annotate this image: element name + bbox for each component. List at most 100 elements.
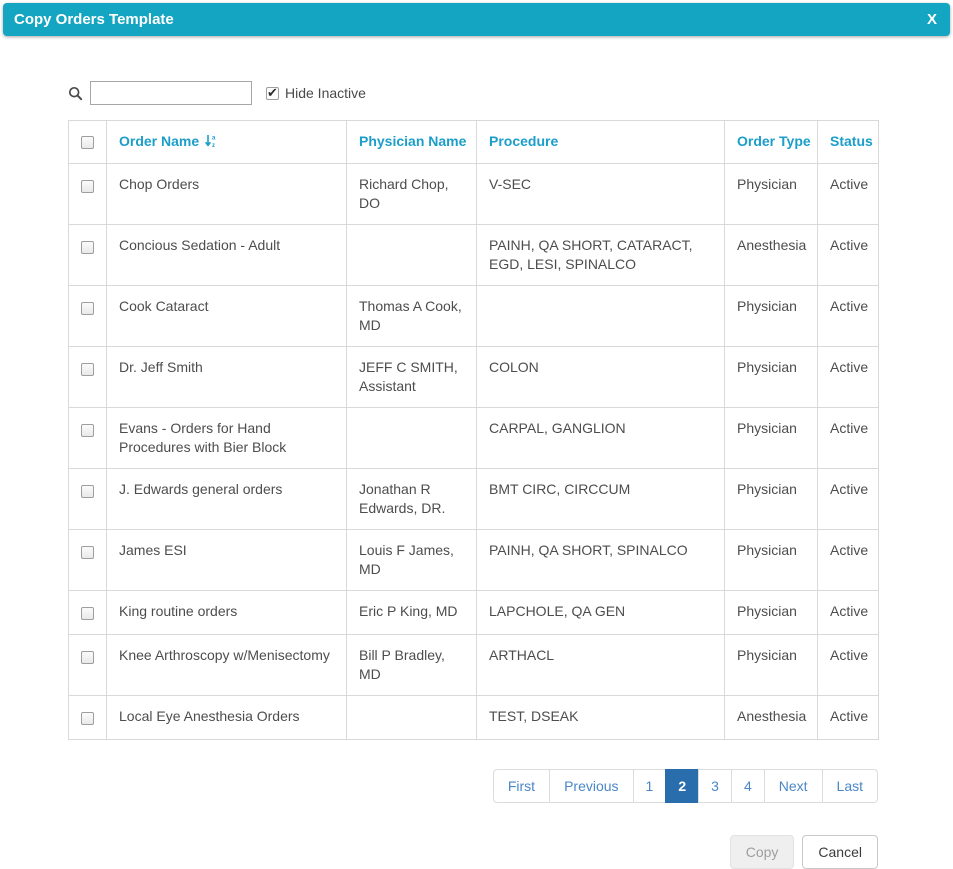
table-row: James ESILouis F James, MDPAINH, QA SHOR…: [69, 530, 879, 591]
row-checkbox-cell: [69, 635, 107, 696]
close-icon[interactable]: X: [927, 12, 937, 27]
pagination-2-button[interactable]: 2: [665, 769, 699, 803]
cell-order-type: Physician: [725, 530, 818, 591]
column-header-order-type[interactable]: Order Type: [725, 121, 818, 164]
cell-order-name: Cook Cataract: [107, 286, 347, 347]
copy-button[interactable]: Copy: [730, 835, 795, 869]
pagination: FirstPrevious1234NextLast: [68, 769, 878, 803]
row-checkbox[interactable]: [81, 546, 94, 559]
cell-procedure: LAPCHOLE, QA GEN: [477, 591, 725, 635]
row-checkbox[interactable]: [81, 241, 94, 254]
row-checkbox-cell: [69, 591, 107, 635]
cell-physician-name: [347, 225, 477, 286]
cell-order-type: Anesthesia: [725, 225, 818, 286]
search-input[interactable]: [90, 81, 252, 105]
cell-order-name: Local Eye Anesthesia Orders: [107, 696, 347, 740]
row-checkbox[interactable]: [81, 485, 94, 498]
cell-physician-name: [347, 696, 477, 740]
cell-physician-name: Eric P King, MD: [347, 591, 477, 635]
row-checkbox[interactable]: [81, 607, 94, 620]
pagination-next-button[interactable]: Next: [764, 769, 823, 803]
column-header-physician-name[interactable]: Physician Name: [347, 121, 477, 164]
cell-physician-name: [347, 408, 477, 469]
cell-order-type: Physician: [725, 408, 818, 469]
select-all-cell: [69, 121, 107, 164]
cell-physician-name: Bill P Bradley, MD: [347, 635, 477, 696]
pagination-last-button[interactable]: Last: [822, 769, 878, 803]
svg-text:z: z: [212, 143, 215, 148]
hide-inactive-checkbox[interactable]: [266, 87, 279, 100]
cell-physician-name: Louis F James, MD: [347, 530, 477, 591]
cell-status: Active: [818, 347, 879, 408]
cell-procedure: PAINH, QA SHORT, CATARACT, EGD, LESI, SP…: [477, 225, 725, 286]
cell-status: Active: [818, 225, 879, 286]
column-header-status[interactable]: Status: [818, 121, 879, 164]
modal-header: Copy Orders Template X: [3, 3, 950, 36]
cancel-button[interactable]: Cancel: [802, 835, 878, 869]
table-row: Evans - Orders for Hand Procedures with …: [69, 408, 879, 469]
select-all-checkbox[interactable]: [81, 136, 94, 149]
row-checkbox-cell: [69, 164, 107, 225]
copy-orders-template-modal: Copy Orders Template X Hide Inactive: [0, 3, 953, 869]
orders-table: Order Name a z Physician Name Procedure …: [68, 120, 879, 740]
cell-order-type: Anesthesia: [725, 696, 818, 740]
pagination-3-button[interactable]: 3: [698, 769, 732, 803]
action-buttons: Copy Cancel: [68, 835, 878, 869]
cell-status: Active: [818, 286, 879, 347]
search-row: Hide Inactive: [68, 81, 878, 105]
row-checkbox-cell: [69, 347, 107, 408]
cell-order-type: Physician: [725, 286, 818, 347]
cell-status: Active: [818, 635, 879, 696]
cell-order-type: Physician: [725, 591, 818, 635]
row-checkbox-cell: [69, 225, 107, 286]
table-header-row: Order Name a z Physician Name Procedure …: [69, 121, 879, 164]
row-checkbox[interactable]: [81, 363, 94, 376]
cell-order-name: King routine orders: [107, 591, 347, 635]
modal-body: Hide Inactive Order Name a z Ph: [68, 81, 878, 869]
column-header-procedure[interactable]: Procedure: [477, 121, 725, 164]
table-row: Dr. Jeff SmithJEFF C SMITH, AssistantCOL…: [69, 347, 879, 408]
hide-inactive-toggle[interactable]: Hide Inactive: [266, 85, 366, 101]
cell-physician-name: Thomas A Cook, MD: [347, 286, 477, 347]
cell-order-name: Dr. Jeff Smith: [107, 347, 347, 408]
cell-status: Active: [818, 408, 879, 469]
cell-order-type: Physician: [725, 469, 818, 530]
cell-procedure: TEST, DSEAK: [477, 696, 725, 740]
cell-status: Active: [818, 591, 879, 635]
cell-status: Active: [818, 469, 879, 530]
table-row: Chop OrdersRichard Chop, DOV-SECPhysicia…: [69, 164, 879, 225]
pagination-4-button[interactable]: 4: [731, 769, 765, 803]
cell-procedure: PAINH, QA SHORT, SPINALCO: [477, 530, 725, 591]
row-checkbox-cell: [69, 286, 107, 347]
cell-order-name: James ESI: [107, 530, 347, 591]
row-checkbox[interactable]: [81, 651, 94, 664]
row-checkbox[interactable]: [81, 180, 94, 193]
cell-order-type: Physician: [725, 164, 818, 225]
cell-order-name: Concious Sedation - Adult: [107, 225, 347, 286]
cell-order-type: Physician: [725, 635, 818, 696]
table-row: Cook CataractThomas A Cook, MD PhysicianA…: [69, 286, 879, 347]
table-row: Concious Sedation - Adult PAINH, QA SHORT…: [69, 225, 879, 286]
row-checkbox[interactable]: [81, 302, 94, 315]
table-row: Knee Arthroscopy w/MenisectomyBill P Bra…: [69, 635, 879, 696]
pagination-first-button[interactable]: First: [493, 769, 550, 803]
cell-procedure: CARPAL, GANGLION: [477, 408, 725, 469]
row-checkbox-cell: [69, 469, 107, 530]
sort-alpha-icon[interactable]: a z: [204, 134, 218, 151]
cell-procedure: BMT CIRC, CIRCCUM: [477, 469, 725, 530]
row-checkbox-cell: [69, 696, 107, 740]
column-header-order-name[interactable]: Order Name a z: [107, 121, 347, 164]
table-row: J. Edwards general ordersJonathan R Edwa…: [69, 469, 879, 530]
cell-physician-name: Jonathan R Edwards, DR.: [347, 469, 477, 530]
row-checkbox[interactable]: [81, 424, 94, 437]
row-checkbox[interactable]: [81, 712, 94, 725]
cell-order-name: J. Edwards general orders: [107, 469, 347, 530]
cell-procedure: COLON: [477, 347, 725, 408]
table-row: King routine ordersEric P King, MDLAPCHO…: [69, 591, 879, 635]
pagination-1-button[interactable]: 1: [633, 769, 667, 803]
cell-procedure: V-SEC: [477, 164, 725, 225]
cell-procedure: [477, 286, 725, 347]
cell-order-name: Chop Orders: [107, 164, 347, 225]
table-row: Local Eye Anesthesia Orders TEST, DSEAKAn…: [69, 696, 879, 740]
pagination-previous-button[interactable]: Previous: [549, 769, 633, 803]
